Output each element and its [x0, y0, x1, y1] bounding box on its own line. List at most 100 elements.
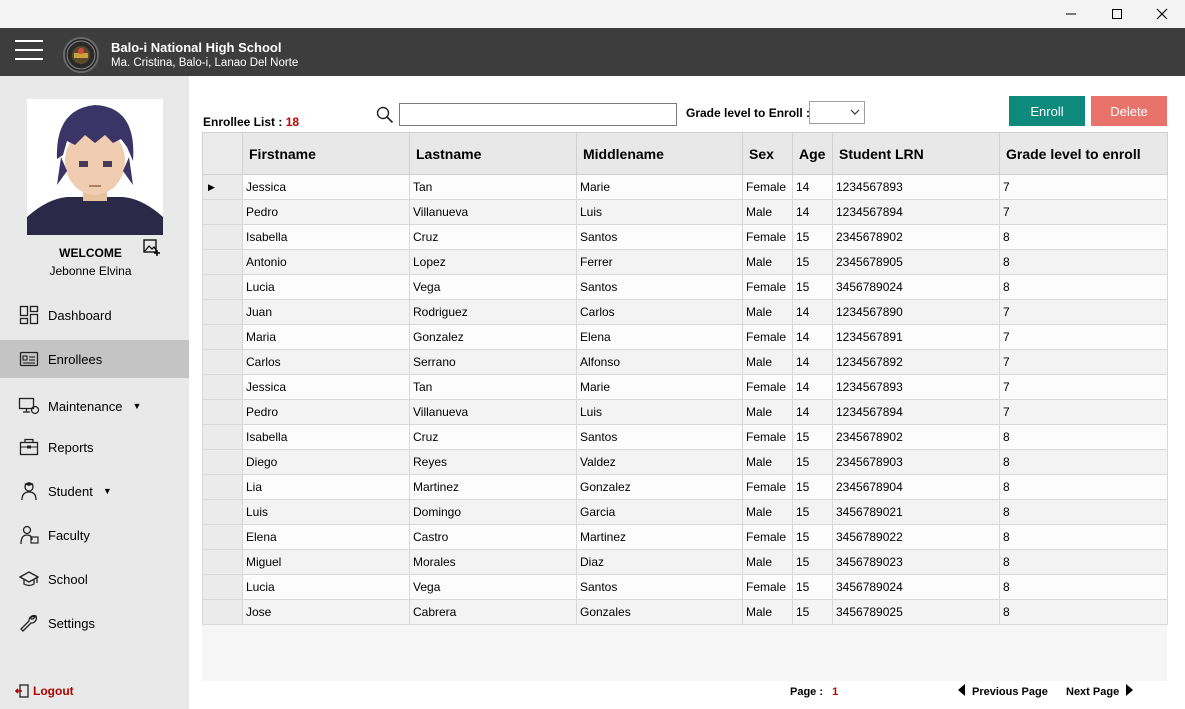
table-row[interactable]: Jose Cabrera Gonzales Male 15 3456789025 8: [202, 599, 1168, 625]
search-input[interactable]: [399, 103, 677, 126]
table-cell[interactable]: 8: [999, 574, 1168, 600]
table-cell[interactable]: 8: [999, 524, 1168, 550]
table-cell[interactable]: Male: [742, 199, 793, 225]
table-cell[interactable]: Lia: [242, 474, 410, 500]
table-cell[interactable]: 8: [999, 249, 1168, 275]
sidebar-item-reports[interactable]: Reports: [0, 428, 189, 466]
table-cell[interactable]: Male: [742, 299, 793, 325]
table-cell[interactable]: Male: [742, 499, 793, 525]
table-cell[interactable]: 3456789021: [832, 499, 1000, 525]
table-cell[interactable]: 8: [999, 274, 1168, 300]
table-cell[interactable]: Pedro: [242, 399, 410, 425]
table-cell[interactable]: Cruz: [409, 424, 577, 450]
table-cell[interactable]: 2345678902: [832, 224, 1000, 250]
maximize-icon[interactable]: [1094, 0, 1140, 28]
table-cell[interactable]: Vega: [409, 274, 577, 300]
table-cell[interactable]: Maria: [242, 324, 410, 350]
table-cell[interactable]: 7: [999, 199, 1168, 225]
table-cell[interactable]: 3456789024: [832, 574, 1000, 600]
table-cell[interactable]: 8: [999, 449, 1168, 475]
table-cell[interactable]: Domingo: [409, 499, 577, 525]
table-cell[interactable]: 2345678905: [832, 249, 1000, 275]
table-row[interactable]: Jessica Tan Marie Female 14 1234567893 7: [202, 374, 1168, 400]
table-cell[interactable]: Lucia: [242, 274, 410, 300]
table-cell[interactable]: 7: [999, 349, 1168, 375]
table-cell[interactable]: 8: [999, 224, 1168, 250]
table-cell[interactable]: Female: [742, 274, 793, 300]
delete-button[interactable]: Delete: [1091, 96, 1167, 126]
table-cell[interactable]: Morales: [409, 549, 577, 575]
table-cell[interactable]: 8: [999, 499, 1168, 525]
table-cell[interactable]: Alfonso: [576, 349, 743, 375]
table-row[interactable]: Diego Reyes Valdez Male 15 2345678903 8: [202, 449, 1168, 475]
table-cell[interactable]: Female: [742, 374, 793, 400]
table-cell[interactable]: 15: [792, 574, 833, 600]
table-cell[interactable]: Female: [742, 474, 793, 500]
column-header[interactable]: Middlename: [576, 132, 743, 175]
row-header[interactable]: [202, 274, 243, 300]
table-cell[interactable]: Female: [742, 574, 793, 600]
table-cell[interactable]: Gonzales: [576, 599, 743, 625]
table-cell[interactable]: 1234567893: [832, 374, 1000, 400]
table-cell[interactable]: Villanueva: [409, 199, 577, 225]
sidebar-item-school[interactable]: School: [0, 560, 189, 598]
table-cell[interactable]: Female: [742, 174, 793, 200]
table-cell[interactable]: Pedro: [242, 199, 410, 225]
table-cell[interactable]: Male: [742, 549, 793, 575]
table-cell[interactable]: 8: [999, 474, 1168, 500]
table-cell[interactable]: Female: [742, 224, 793, 250]
table-cell[interactable]: Jose: [242, 599, 410, 625]
table-cell[interactable]: Female: [742, 424, 793, 450]
column-header[interactable]: Grade level to enroll: [999, 132, 1168, 175]
sidebar-item-enrollees[interactable]: Enrollees: [0, 340, 189, 378]
table-cell[interactable]: 7: [999, 374, 1168, 400]
logout-button[interactable]: Logout: [14, 684, 74, 698]
table-row[interactable]: ▶ Jessica Tan Marie Female 14 1234567893 7: [202, 174, 1168, 200]
table-row[interactable]: Miguel Morales Diaz Male 15 3456789023 8: [202, 549, 1168, 575]
table-cell[interactable]: 15: [792, 524, 833, 550]
table-cell[interactable]: Male: [742, 449, 793, 475]
table-cell[interactable]: Cabrera: [409, 599, 577, 625]
table-cell[interactable]: Lucia: [242, 574, 410, 600]
table-cell[interactable]: Marie: [576, 174, 743, 200]
table-cell[interactable]: Male: [742, 599, 793, 625]
row-header[interactable]: [202, 474, 243, 500]
row-header[interactable]: [202, 399, 243, 425]
sidebar-item-maintenance[interactable]: Maintenance ▼: [0, 387, 189, 425]
table-cell[interactable]: Castro: [409, 524, 577, 550]
table-cell[interactable]: 7: [999, 324, 1168, 350]
table-cell[interactable]: Jessica: [242, 374, 410, 400]
table-cell[interactable]: Rodriguez: [409, 299, 577, 325]
sidebar-item-dashboard[interactable]: Dashboard: [0, 296, 189, 334]
row-header[interactable]: [202, 524, 243, 550]
table-cell[interactable]: 15: [792, 249, 833, 275]
table-row[interactable]: Carlos Serrano Alfonso Male 14 1234567892 7: [202, 349, 1168, 375]
table-cell[interactable]: Reyes: [409, 449, 577, 475]
row-header[interactable]: [202, 249, 243, 275]
table-cell[interactable]: Tan: [409, 374, 577, 400]
table-cell[interactable]: Marie: [576, 374, 743, 400]
table-cell[interactable]: Luis: [576, 399, 743, 425]
table-cell[interactable]: Diego: [242, 449, 410, 475]
table-cell[interactable]: 14: [792, 324, 833, 350]
row-header[interactable]: [202, 374, 243, 400]
table-cell[interactable]: Female: [742, 524, 793, 550]
row-header[interactable]: ▶: [202, 174, 243, 200]
table-cell[interactable]: 15: [792, 599, 833, 625]
sidebar-item-faculty[interactable]: Faculty: [0, 516, 189, 554]
table-cell[interactable]: 15: [792, 274, 833, 300]
table-cell[interactable]: 1234567890: [832, 299, 1000, 325]
table-cell[interactable]: Male: [742, 249, 793, 275]
row-header[interactable]: [202, 424, 243, 450]
table-cell[interactable]: Diaz: [576, 549, 743, 575]
table-cell[interactable]: 7: [999, 399, 1168, 425]
table-cell[interactable]: 3456789024: [832, 274, 1000, 300]
table-cell[interactable]: Female: [742, 324, 793, 350]
table-row[interactable]: Pedro Villanueva Luis Male 14 1234567894 7: [202, 399, 1168, 425]
row-header[interactable]: [202, 599, 243, 625]
table-cell[interactable]: Serrano: [409, 349, 577, 375]
table-cell[interactable]: 14: [792, 374, 833, 400]
table-row[interactable]: Pedro Villanueva Luis Male 14 1234567894 7: [202, 199, 1168, 225]
table-cell[interactable]: 15: [792, 449, 833, 475]
table-cell[interactable]: Jessica: [242, 174, 410, 200]
